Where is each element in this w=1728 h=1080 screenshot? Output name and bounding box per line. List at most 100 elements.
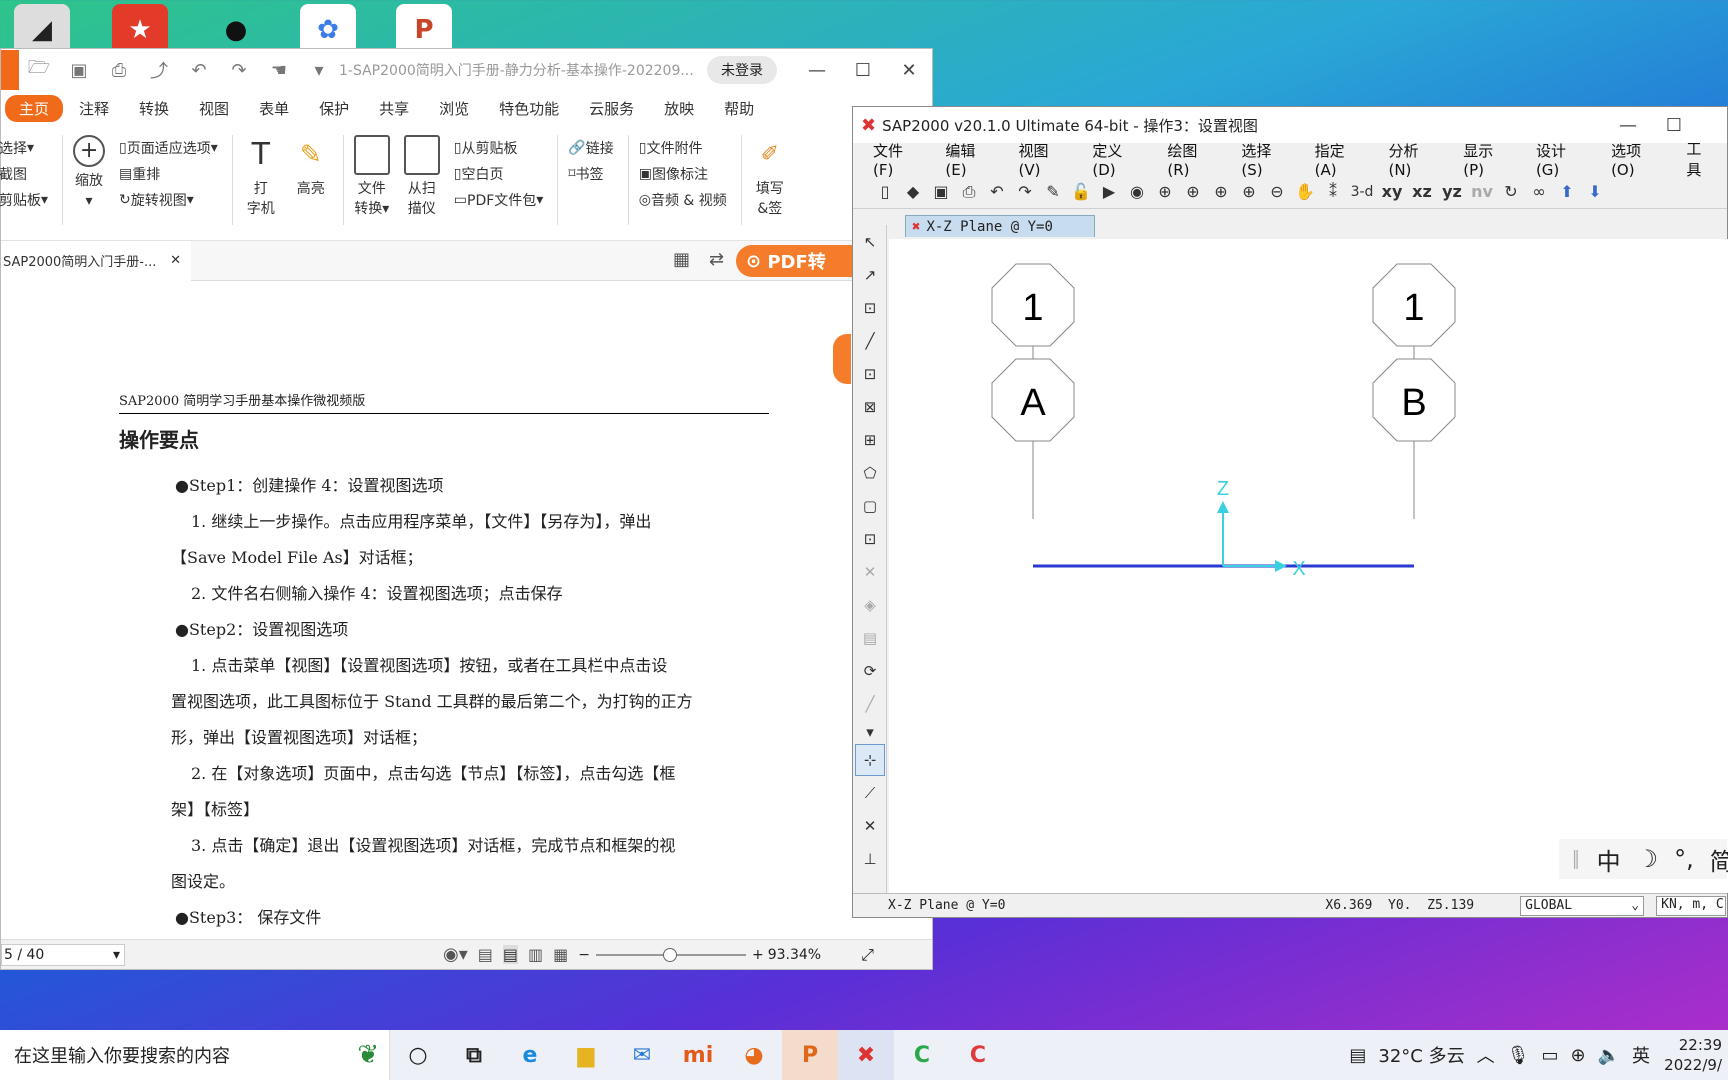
from-clipboard-button[interactable]: ▯ 从剪贴板 (454, 135, 544, 161)
edge-icon[interactable]: e (502, 1030, 558, 1080)
print-icon[interactable]: ⎙ (105, 56, 133, 84)
tab-cloud[interactable]: 云服务 (575, 95, 648, 122)
minimize-icon[interactable]: — (794, 60, 840, 81)
reshape-icon[interactable]: ↗ (855, 259, 885, 291)
pdf-convert-promo[interactable]: ⊙ PDF转 (736, 245, 852, 277)
grid-line-1-a[interactable]: 1 A (991, 263, 1075, 519)
menu-select[interactable]: 选择(S) (1228, 140, 1301, 179)
lock-icon[interactable]: 🔓 (1067, 179, 1095, 205)
draw-rect-area-icon[interactable]: ▢ (855, 490, 885, 522)
save-icon[interactable]: ▣ (65, 56, 93, 84)
side-float-icon[interactable] (833, 334, 851, 384)
page-number-input[interactable]: 5 / 40 ▾ (1, 943, 125, 966)
new-icon[interactable]: ▯ (871, 179, 899, 205)
draw-dimension-icon[interactable]: ╱ (855, 688, 885, 720)
typewriter-button[interactable]: T 打字机 (243, 135, 279, 219)
maximize-icon[interactable]: ☐ (840, 60, 886, 81)
zoom-in-icon[interactable]: ⊕ (1235, 179, 1263, 205)
clock[interactable]: 22:39 2022/9/ (1662, 1035, 1722, 1075)
document-tab[interactable]: SAP2000简明入门手册-... ✕ (1, 240, 191, 281)
redo-icon[interactable]: ↷ (225, 56, 253, 84)
login-button[interactable]: 未登录 (707, 56, 777, 84)
tab-home[interactable]: 主页 (5, 94, 64, 122)
news-icon[interactable]: ▤ (1349, 1045, 1366, 1066)
mi-icon[interactable]: mi (670, 1030, 726, 1080)
zoom-window-icon[interactable]: ⊕ (1151, 179, 1179, 205)
run-icon[interactable]: ▶ (1095, 179, 1123, 205)
draw-joint-icon[interactable]: ⊡ (855, 292, 885, 324)
menu-draw[interactable]: 绘图(R) (1154, 140, 1228, 179)
sap-minimize-icon[interactable]: — (1605, 115, 1651, 136)
grid-view-icon[interactable]: ▦ (673, 249, 690, 270)
ime-moon-icon[interactable]: ☽ (1637, 845, 1659, 873)
page-fit-options[interactable]: ▯ 页面适应选项 ▾ (119, 135, 218, 161)
weather[interactable]: 32°C 多云 (1378, 1042, 1464, 1068)
pdf-app-icon[interactable]: P (782, 1030, 838, 1080)
open-icon[interactable]: 🗁 (25, 56, 53, 84)
tab-share[interactable]: 共享 (365, 95, 423, 122)
sap-maximize-icon[interactable]: ☐ (1651, 115, 1697, 136)
menu-design[interactable]: 设计(G) (1523, 140, 1598, 179)
highlight-button[interactable]: ✎ 高亮 (293, 135, 329, 199)
tab-form[interactable]: 表单 (245, 95, 303, 122)
draw-solid-icon[interactable]: ◈ (855, 589, 885, 621)
draw-poly-area-icon[interactable]: ⬠ (855, 457, 885, 489)
file-attachment-button[interactable]: ▯ 文件附件 (639, 135, 727, 161)
snap-intersections-icon[interactable]: ✕ (855, 810, 885, 842)
quick-draw-area-icon[interactable]: ⊡ (855, 523, 885, 555)
tab-close-icon[interactable]: ✕ (170, 253, 181, 268)
grid-line-1-b[interactable]: 1 B (1372, 263, 1456, 519)
menu-view[interactable]: 视图(V) (1006, 140, 1080, 179)
fullscreen-icon[interactable]: ⤢ (861, 945, 874, 965)
tab-protect[interactable]: 保护 (305, 95, 363, 122)
two-page-icon[interactable]: ▥ (528, 945, 543, 964)
camtasia-red-icon[interactable]: C (950, 1030, 1006, 1080)
pointer-icon[interactable]: ↖ (855, 226, 885, 258)
close-icon[interactable]: ✕ (886, 60, 932, 81)
ime-chinese-mode[interactable]: 中 (1597, 842, 1621, 877)
tab-browse[interactable]: 浏览 (425, 95, 483, 122)
menu-define[interactable]: 定义(D) (1079, 140, 1154, 179)
select-tool[interactable]: 选择 ▾ (0, 135, 48, 161)
draw-section-cut-icon[interactable]: ⟳ (855, 655, 885, 687)
tab-features[interactable]: 特色功能 (485, 95, 573, 122)
view-yz-button[interactable]: yz (1437, 179, 1467, 205)
units-select[interactable]: KN, m, C (1656, 895, 1727, 916)
rotate-icon[interactable]: ↻ (1497, 179, 1525, 205)
taskbar-search[interactable]: 在这里输入你要搜索的内容 ❦ (0, 1030, 390, 1080)
tab-slideshow[interactable]: 放映 (650, 95, 708, 122)
draw-tendon-icon[interactable]: ▤ (855, 622, 885, 654)
view-xz-button[interactable]: xz (1407, 179, 1437, 205)
ime-simplified-mode[interactable]: 简 (1710, 842, 1728, 877)
print-icon[interactable]: ⎙ (955, 179, 983, 205)
dropdown-icon[interactable]: ▾ (305, 56, 333, 84)
menu-analyze[interactable]: 分析(N) (1375, 140, 1450, 179)
view-tab[interactable]: ✖ X-Z Plane @ Y=0 (905, 215, 1095, 237)
camtasia-green-icon[interactable]: C (894, 1030, 950, 1080)
tab-help[interactable]: 帮助 (710, 95, 768, 122)
battery-icon[interactable]: ▭ (1541, 1045, 1558, 1066)
zoom-slider[interactable] (595, 947, 746, 962)
bookmark-button[interactable]: ⌑ 书签 (568, 161, 613, 187)
draw-secondary-icon[interactable]: ⊞ (855, 424, 885, 456)
grid-page-icon[interactable]: ▦ (553, 945, 568, 964)
from-scanner-button[interactable]: 从扫 描仪 (403, 135, 440, 219)
draw-link-icon[interactable]: ✕ (855, 556, 885, 588)
single-page-icon[interactable]: ▤ (478, 945, 493, 964)
move-up-icon[interactable]: ⬆ (1553, 179, 1581, 205)
snap-lines-icon[interactable]: ⟋ (855, 777, 885, 809)
continuous-page-icon[interactable]: ▤ (502, 945, 518, 964)
quick-draw-frame-icon[interactable]: ⊡ (855, 358, 885, 390)
undo-icon[interactable]: ↶ (983, 179, 1011, 205)
snap-joints-icon[interactable]: ⊹ (855, 744, 885, 776)
cortana-icon[interactable]: ○ (390, 1030, 446, 1080)
task-view-icon[interactable]: ⧉ (446, 1030, 502, 1080)
zoom-restore-icon[interactable]: ⊕ (1179, 179, 1207, 205)
tab-view[interactable]: 视图 (185, 95, 243, 122)
rotate-view-button[interactable]: ↻ 旋转视图 ▾ (119, 187, 218, 213)
animate-icon[interactable]: ◉ (1123, 179, 1151, 205)
model-canvas[interactable]: 1 A 1 B Z X (889, 239, 1728, 893)
menu-options[interactable]: 选项(O) (1598, 140, 1673, 179)
image-annotation-button[interactable]: ▣ 图像标注 (639, 161, 727, 187)
pencil-icon[interactable]: ✎ (1039, 179, 1067, 205)
